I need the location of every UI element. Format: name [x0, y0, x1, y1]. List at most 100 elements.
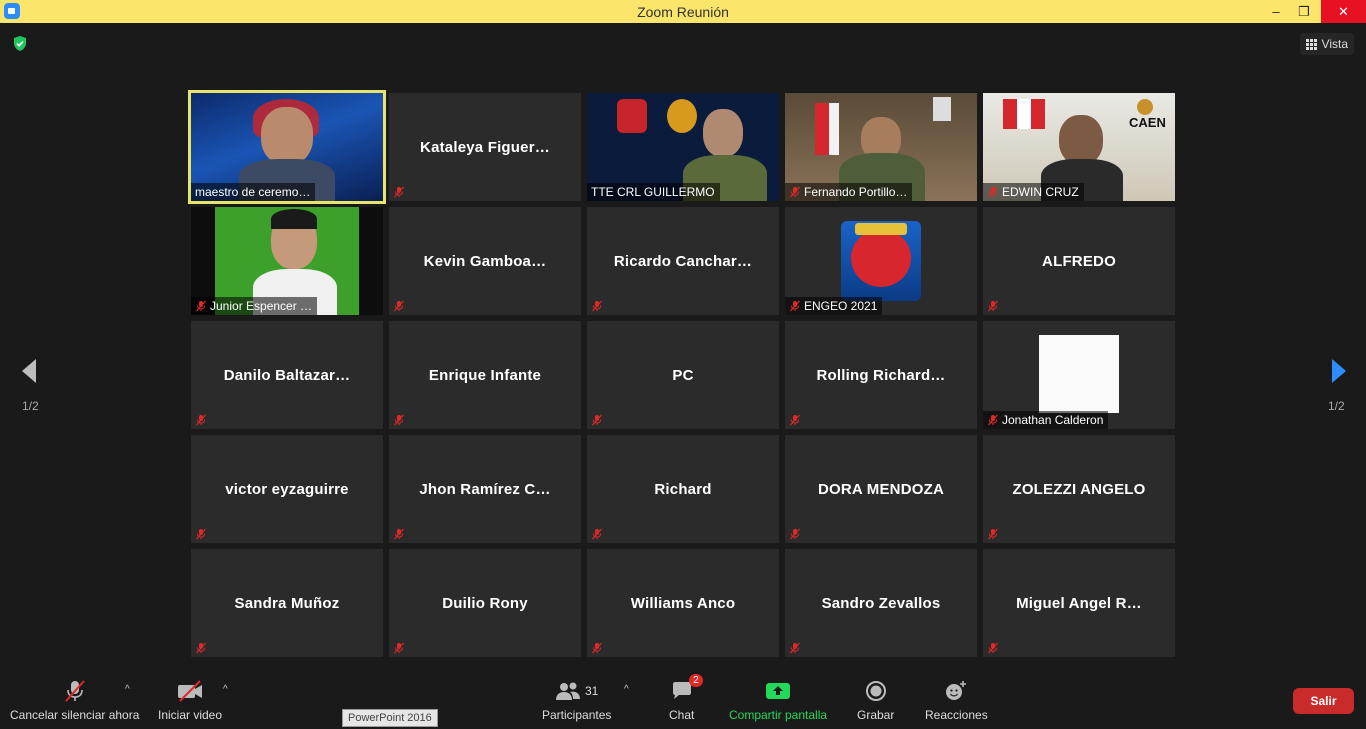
participant-tile[interactable]: victor eyzaguirre [191, 435, 383, 543]
video-options-caret-icon[interactable]: ^ [223, 684, 228, 695]
participant-name: Duilio Rony [442, 594, 528, 612]
participant-name: ZOLEZZI ANGELO [1012, 480, 1146, 498]
restore-icon[interactable]: ❐ [1290, 0, 1318, 23]
participant-name-label: Junior Espencer … [191, 297, 318, 315]
previous-page-icon[interactable] [16, 356, 44, 386]
participant-name: Jhon Ramírez C… [419, 480, 551, 498]
participants-group: 31 [555, 678, 598, 704]
chat-label: Chat [669, 708, 695, 722]
chat-badge: 2 [689, 674, 703, 687]
participant-tile[interactable]: Kataleya Figuer… [389, 93, 581, 201]
participant-tile[interactable]: TTE CRL GUILLERMO [587, 93, 779, 201]
participant-tile[interactable]: ALFREDO [983, 207, 1175, 315]
participant-status [587, 639, 608, 657]
start-video-button[interactable]: Iniciar video [158, 678, 222, 722]
microphone-muted-icon [393, 186, 405, 198]
participant-name: Enrique Infante [428, 366, 542, 384]
record-button[interactable]: Grabar [857, 678, 894, 722]
participant-name: DORA MENDOZA [817, 480, 944, 498]
participant-tile[interactable]: maestro de ceremo… [188, 90, 386, 204]
participant-name: maestro de ceremo… [195, 185, 311, 199]
mute-label: Cancelar silenciar ahora [10, 708, 140, 722]
participant-tile[interactable]: DORA MENDOZA [785, 435, 977, 543]
minimize-icon[interactable]: – [1262, 0, 1290, 23]
participant-status [191, 639, 212, 657]
participant-name-label: TTE CRL GUILLERMO [587, 183, 720, 201]
microphone-muted-icon [591, 414, 603, 426]
participant-status [785, 639, 806, 657]
microphone-muted-icon [393, 300, 405, 312]
share-screen-label: Compartir pantalla [729, 708, 828, 722]
microphone-muted-icon [987, 642, 999, 654]
participant-tile[interactable]: ZOLEZZI ANGELO [983, 435, 1175, 543]
leave-button[interactable]: Salir [1293, 688, 1354, 714]
participants-options-caret-icon[interactable]: ^ [624, 684, 629, 695]
participant-name: Sandro Zevallos [821, 594, 941, 612]
participant-name-label: Fernando Portillo… [785, 183, 913, 201]
participant-tile[interactable]: Jonathan Calderon [983, 321, 1175, 429]
chat-button[interactable]: 2 Chat [669, 674, 703, 722]
participant-tile[interactable]: CAEN EDWIN CRUZ [983, 93, 1175, 201]
participant-tile[interactable]: Sandra Muñoz [191, 549, 383, 657]
tooltip: PowerPoint 2016 [342, 709, 438, 727]
microphone-muted-icon [591, 300, 603, 312]
participant-tile[interactable]: Junior Espencer … [191, 207, 383, 315]
meeting-toolbar: Cancelar silenciar ahora ^ Iniciar video… [0, 670, 1366, 729]
title-bar: Zoom Reunión – ❐ ✕ [0, 0, 1366, 23]
microphone-muted-icon [195, 528, 207, 540]
meeting-area: Vista maestro de ceremo… Kataleya Figuer…… [0, 23, 1366, 670]
participant-name: Danilo Baltazar… [223, 366, 351, 384]
video-off-icon [176, 678, 204, 704]
next-page-icon[interactable] [1324, 356, 1352, 386]
participant-tile[interactable]: Fernando Portillo… [785, 93, 977, 201]
participant-tile[interactable]: Miguel Angel R… [983, 549, 1175, 657]
participant-tile[interactable]: Kevin Gamboa… [389, 207, 581, 315]
microphone-muted-icon [987, 186, 999, 198]
participant-tile[interactable]: Ricardo Canchar… [587, 207, 779, 315]
participants-button[interactable]: 31 Participantes [542, 678, 611, 722]
microphone-muted-icon [62, 678, 88, 704]
microphone-muted-icon [987, 300, 999, 312]
reactions-button[interactable]: Reacciones [925, 678, 988, 722]
participant-name: Jonathan Calderon [1002, 413, 1104, 427]
microphone-muted-icon [591, 642, 603, 654]
participant-status [191, 525, 212, 543]
participant-tile[interactable]: Richard [587, 435, 779, 543]
share-screen-button[interactable]: Compartir pantalla [729, 678, 827, 722]
view-label: Vista [1321, 37, 1348, 51]
participant-tile[interactable]: Danilo Baltazar… [191, 321, 383, 429]
participant-tile[interactable]: ENGEO 2021 [785, 207, 977, 315]
participant-tile[interactable]: Rolling Richard… [785, 321, 977, 429]
participant-name: Ricardo Canchar… [613, 252, 753, 270]
participant-status [587, 411, 608, 429]
participant-name: Kataleya Figuer… [420, 138, 550, 156]
participant-name-label: maestro de ceremo… [191, 183, 316, 201]
microphone-muted-icon [987, 528, 999, 540]
reactions-label: Reacciones [925, 708, 988, 722]
start-video-label: Iniciar video [158, 708, 223, 722]
participant-tile[interactable]: Williams Anco [587, 549, 779, 657]
participant-status [785, 411, 806, 429]
zoom-app-icon [4, 3, 20, 19]
microphone-muted-icon [393, 528, 405, 540]
mute-button[interactable]: Cancelar silenciar ahora [10, 678, 139, 722]
microphone-muted-icon [591, 528, 603, 540]
participant-name: Fernando Portillo… [804, 185, 908, 199]
participant-tile[interactable]: Sandro Zevallos [785, 549, 977, 657]
audio-options-caret-icon[interactable]: ^ [125, 684, 130, 695]
microphone-muted-icon [393, 414, 405, 426]
view-button[interactable]: Vista [1299, 33, 1354, 55]
page-indicator-left: 1/2 [22, 399, 39, 413]
microphone-muted-icon [789, 528, 801, 540]
participant-name-label: EDWIN CRUZ [983, 183, 1084, 201]
participant-tile[interactable]: Jhon Ramírez C… [389, 435, 581, 543]
participant-status [587, 525, 608, 543]
close-icon[interactable]: ✕ [1321, 0, 1366, 23]
participant-name: victor eyzaguirre [225, 480, 349, 498]
participant-tile[interactable]: PC [587, 321, 779, 429]
participant-status [983, 525, 1004, 543]
security-shield-icon[interactable] [12, 35, 28, 52]
participant-tile[interactable]: Enrique Infante [389, 321, 581, 429]
participant-tile[interactable]: Duilio Rony [389, 549, 581, 657]
microphone-muted-icon [393, 642, 405, 654]
